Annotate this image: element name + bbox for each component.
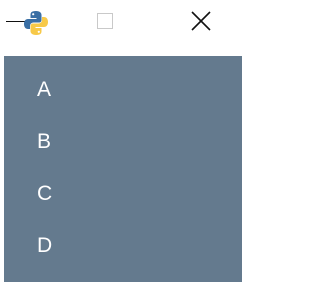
menu-item-a[interactable]: A [4, 68, 242, 112]
menu-item-label: B [37, 130, 52, 153]
close-button[interactable] [182, 4, 220, 38]
menu-item-b[interactable]: B [4, 120, 242, 164]
menu-panel: A B C D [4, 56, 242, 282]
menu-item-d[interactable]: D [4, 224, 242, 268]
close-icon [191, 11, 211, 31]
python-icon [24, 11, 48, 35]
menu-item-c[interactable]: C [4, 172, 242, 216]
maximize-icon [97, 13, 113, 29]
menu-item-label: D [37, 234, 53, 257]
maximize-button[interactable] [90, 8, 120, 36]
menu-item-label: C [37, 182, 53, 205]
title-bar [0, 0, 242, 44]
menu-item-label: A [37, 78, 52, 101]
